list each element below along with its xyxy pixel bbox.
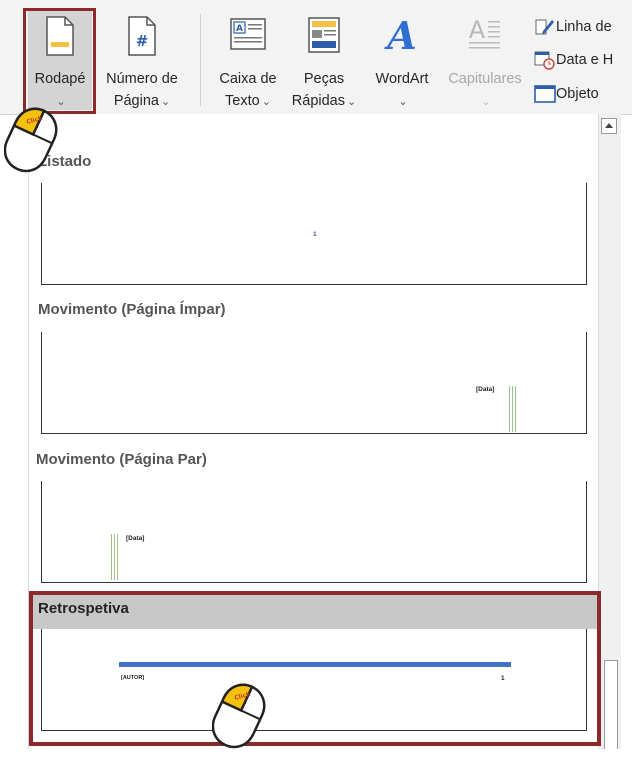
dropcap-button[interactable]: A Capitulares ⌄ — [440, 10, 530, 110]
scroll-up-button[interactable] — [601, 118, 617, 134]
page-number-icon: # — [127, 16, 157, 63]
page-number-label-1: Número de — [106, 71, 178, 87]
dropcap-icon: A — [467, 16, 503, 59]
gallery-item-movement-odd[interactable]: [Data] — [41, 332, 587, 434]
mouse-click-icon: Click — [211, 678, 266, 757]
chevron-down-icon: ⌄ — [481, 96, 491, 108]
gallery-item-listado[interactable]: 1 — [41, 183, 587, 285]
quickparts-label-1: Peças — [303, 71, 345, 87]
svg-text:A: A — [384, 13, 416, 56]
dropcap-label: Capitulares — [448, 71, 522, 87]
quickparts-button[interactable]: Peças Rápidas ⌄ — [286, 10, 362, 110]
wordart-icon: A — [384, 12, 420, 63]
wordart-label: WordArt — [375, 71, 429, 87]
calendar-clock-icon — [534, 50, 556, 70]
date-time-label: Data e H — [556, 52, 614, 68]
gallery-scrollbar[interactable] — [598, 114, 621, 749]
textbox-label-1: Caixa de — [219, 71, 277, 87]
chevron-down-icon: ⌄ — [261, 96, 271, 108]
gallery-item-movement-even[interactable]: [Data] — [41, 481, 587, 583]
quickparts-label-2: Rápidas — [291, 93, 345, 109]
chevron-down-icon: ⌄ — [160, 96, 171, 108]
object-label: Objeto — [556, 86, 599, 102]
textbox-button[interactable]: A Caixa de Texto ⌄ — [210, 10, 286, 110]
signature-pen-icon — [534, 17, 556, 37]
mouse-click-icon: Click — [3, 102, 58, 181]
textbox-label-2: Texto — [225, 93, 260, 109]
chevron-down-icon: ⌄ — [346, 96, 357, 108]
ribbon-separator — [200, 14, 201, 106]
gallery-item-title-odd: Movimento (Página Ímpar) — [38, 301, 226, 318]
svg-text:A: A — [236, 24, 243, 34]
page-number-button[interactable]: # Número de Página ⌄ — [96, 10, 188, 110]
wordart-button[interactable]: A WordArt ⌄ — [366, 10, 438, 110]
textbox-icon: A — [230, 16, 266, 59]
object-button[interactable]: Objeto — [534, 81, 599, 107]
scroll-thumb[interactable] — [604, 660, 618, 749]
date-placeholder: [Data] — [126, 535, 145, 542]
svg-text:#: # — [136, 32, 149, 50]
date-time-button[interactable]: Data e H — [534, 47, 613, 73]
quickparts-icon — [307, 16, 341, 61]
object-icon — [534, 84, 556, 104]
signature-line-label: Linha de — [556, 19, 612, 35]
signature-line-button[interactable]: Linha de — [534, 14, 612, 40]
date-placeholder: [Data] — [476, 386, 495, 393]
retrospective-highlight — [29, 591, 601, 746]
svg-text:A: A — [469, 16, 486, 44]
chevron-down-icon: ⌄ — [398, 96, 408, 108]
footer-button-highlight — [23, 8, 96, 114]
page-number-label-2: Página — [113, 93, 159, 109]
green-accent-bars — [111, 534, 119, 580]
page-number-placeholder: 1 — [313, 231, 317, 238]
green-accent-bars — [509, 386, 517, 432]
gallery-item-title-even: Movimento (Página Par) — [36, 451, 207, 468]
